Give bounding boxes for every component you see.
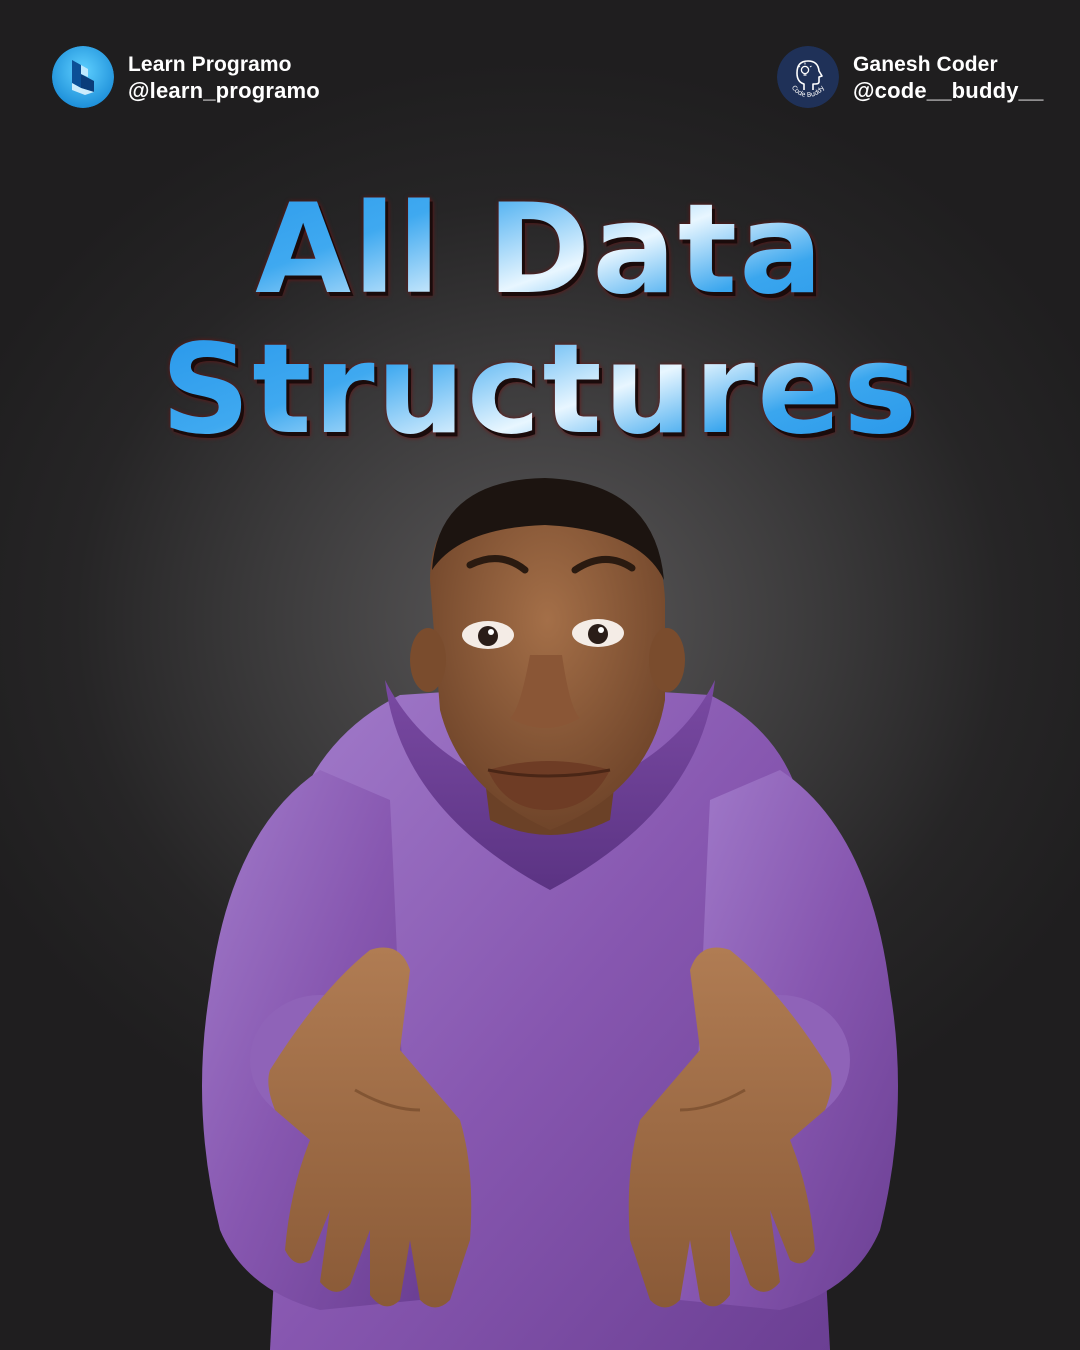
title-line-2: Structures xyxy=(0,320,1080,460)
brand-name: Ganesh Coder xyxy=(853,52,998,76)
brand-learn-programo[interactable]: Learn Programo @learn_programo xyxy=(52,46,320,108)
code-buddy-logo-icon: Code Buddy xyxy=(777,46,839,108)
brand-handle[interactable]: @code__buddy__ xyxy=(853,78,1044,104)
page-title: All Data Structures xyxy=(0,180,1080,460)
brand-name: Learn Programo xyxy=(128,52,292,76)
title-line-1: All Data xyxy=(0,180,1080,320)
shrugging-person-illustration xyxy=(170,470,930,1350)
brand-handle[interactable]: @learn_programo xyxy=(128,78,320,104)
brand-ganesh-coder[interactable]: Code Buddy Ganesh Coder @code__buddy__ xyxy=(777,46,1044,108)
learn-programo-logo-icon xyxy=(52,46,114,108)
